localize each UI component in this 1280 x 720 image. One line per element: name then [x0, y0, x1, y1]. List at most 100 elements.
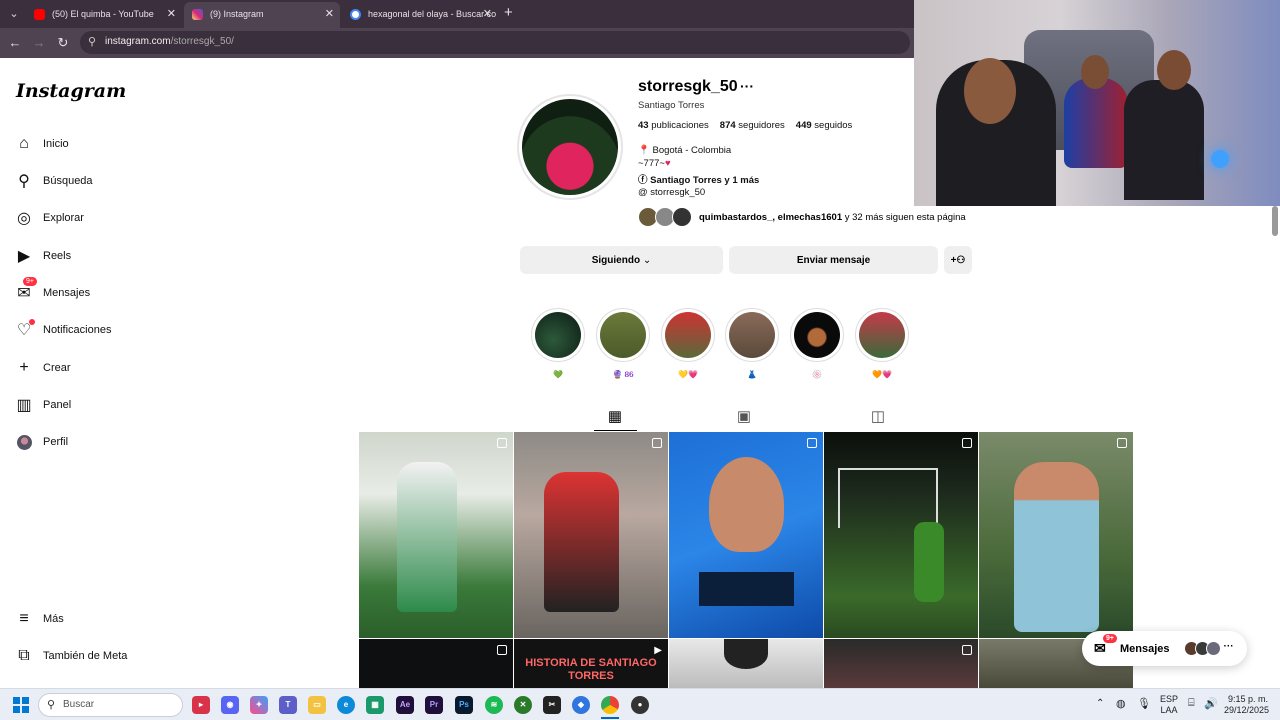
send-message-button[interactable]: Enviar mensaje — [729, 246, 938, 274]
bio-line: ~777~♥ — [638, 158, 671, 169]
more-options-icon[interactable]: ··· — [740, 78, 754, 94]
sidebar-item-reels[interactable]: ▶ Reels — [14, 244, 71, 268]
spotify-icon[interactable]: ≋ — [485, 696, 503, 714]
add-person-icon[interactable]: +⚇ — [944, 246, 972, 274]
language-indicator[interactable]: ESP LAA — [1160, 694, 1178, 716]
profile-avatar — [14, 432, 34, 452]
app-icon-1[interactable]: ▸ — [192, 696, 210, 714]
obs-icon[interactable]: ● — [631, 696, 649, 714]
story-highlight[interactable] — [855, 308, 909, 362]
sidebar-item-mas[interactable]: ≡ Más — [14, 607, 63, 631]
post-tile[interactable] — [359, 432, 513, 638]
active-tab-indicator — [594, 430, 637, 431]
post-tile[interactable] — [824, 432, 978, 638]
person-middle — [1064, 78, 1128, 168]
post-tile[interactable] — [514, 432, 668, 638]
reels-tab-icon[interactable]: ▣ — [734, 407, 754, 427]
close-tab-icon[interactable]: ✕ — [167, 2, 176, 26]
followed-by-text: quimbastardos_, elmechas1601 y 32 más si… — [699, 211, 966, 223]
browser-tab-instagram[interactable]: (9) Instagram ✕ — [184, 2, 340, 28]
sidebar-item-tambien-de-meta[interactable]: ⧉ También de Meta — [14, 644, 127, 668]
following-button[interactable]: Siguiendo ⌄ — [520, 246, 723, 274]
chrome-icon[interactable] — [601, 696, 619, 714]
profile-avatar-large[interactable] — [517, 94, 623, 200]
reload-icon[interactable]: ↻ — [53, 33, 73, 53]
site-info-icon[interactable]: ⚲ — [88, 35, 96, 48]
messages-floating-button[interactable]: ✉ 9+ Mensajes ··· — [1082, 631, 1247, 666]
sidebar-item-label: También de Meta — [43, 650, 128, 662]
xbox-icon[interactable]: ✕ — [514, 696, 532, 714]
browser-tab-google[interactable]: hexagonal del olaya - Buscar co ✕ — [342, 2, 498, 28]
search-icon: ⚲ — [47, 699, 56, 711]
address-bar[interactable]: ⚲ instagram.com/storresgk_50/ — [80, 31, 910, 54]
photoshop-icon[interactable]: Ps — [455, 696, 473, 714]
discord-icon[interactable]: ◉ — [221, 696, 239, 714]
new-tab-icon[interactable]: + — [504, 4, 513, 21]
highlight-label: 🔮 𝟖𝟔 — [612, 370, 634, 379]
back-arrow-icon[interactable]: ← — [5, 33, 25, 53]
sidebar-item-label: Crear — [43, 362, 71, 374]
player-figure — [544, 472, 619, 612]
story-highlight[interactable] — [531, 308, 585, 362]
follower-avatar — [672, 207, 692, 227]
carousel-icon — [962, 438, 972, 448]
notification-dot — [29, 319, 35, 325]
post-tile[interactable]: HISTORIA DE SANTIAGO TORRES ▶ — [514, 639, 668, 688]
player-figure — [914, 522, 944, 602]
home-icon: ⌂ — [19, 135, 29, 152]
file-explorer-icon[interactable]: ▭ — [308, 696, 326, 714]
posts-grid-icon[interactable]: ▦ — [605, 407, 625, 427]
sidebar-item-perfil[interactable]: Perfil — [14, 430, 68, 454]
story-highlight[interactable] — [790, 308, 844, 362]
post-tile[interactable] — [669, 639, 823, 688]
bio-threads-link[interactable]: @ storresgk_50 — [638, 187, 705, 198]
sidebar-item-explorar[interactable]: ◎ Explorar — [14, 206, 84, 230]
sidebar-item-notificaciones[interactable]: ♡ Notificaciones — [14, 318, 111, 342]
sidebar-item-crear[interactable]: + Crear — [14, 356, 71, 380]
tab-title: (50) El quimba - YouTube — [52, 9, 154, 19]
forward-arrow-icon[interactable]: → — [29, 33, 49, 53]
story-highlight[interactable] — [661, 308, 715, 362]
tray-app-icon[interactable]: ◍ — [1116, 697, 1126, 710]
network-icon[interactable]: ⌸ — [1188, 697, 1195, 710]
story-highlight[interactable] — [596, 308, 650, 362]
windows-start-icon[interactable] — [13, 697, 29, 713]
tab-title: (9) Instagram — [210, 9, 264, 19]
teams-icon[interactable]: T — [279, 696, 297, 714]
page-scrollbar[interactable] — [1272, 206, 1278, 236]
tagged-tab-icon[interactable]: ◫ — [868, 407, 888, 427]
taskbar-search[interactable]: ⚲ Buscar — [38, 693, 183, 717]
followed-by-row[interactable]: quimbastardos_, elmechas1601 y 32 más si… — [638, 206, 966, 228]
following-count[interactable]: 449 seguidos — [796, 120, 853, 131]
post-tile[interactable] — [669, 432, 823, 638]
tray-overflow-icon[interactable]: ⌃ — [1096, 698, 1104, 709]
close-tab-icon[interactable]: ✕ — [483, 2, 492, 26]
post-tile[interactable] — [979, 432, 1133, 638]
followers-count[interactable]: 874 seguidores — [720, 120, 785, 131]
app-icon-blue[interactable]: ◆ — [572, 696, 590, 714]
post-tile[interactable] — [824, 639, 978, 688]
after-effects-icon[interactable]: Ae — [396, 696, 414, 714]
clock[interactable]: 9:15 p. m. 29/12/2025 — [1224, 694, 1269, 716]
copilot-icon[interactable]: ✦ — [250, 696, 268, 714]
instagram-logo[interactable]: Instagram — [16, 80, 126, 102]
carousel-icon — [497, 438, 507, 448]
bio-facebook-link[interactable]: ⓕ Santiago Torres y 1 más — [638, 172, 759, 186]
close-tab-icon[interactable]: ✕ — [325, 2, 334, 26]
sidebar-item-inicio[interactable]: ⌂ Inicio — [14, 132, 69, 156]
volume-icon[interactable]: 🔊 — [1204, 697, 1218, 710]
post-tile[interactable] — [359, 639, 513, 688]
sidebar-item-panel[interactable]: ▥ Panel — [14, 393, 71, 417]
store-icon[interactable]: ▦ — [366, 696, 384, 714]
tab-search-menu-icon[interactable]: ⌄ — [4, 5, 24, 23]
edge-icon[interactable]: e — [337, 696, 355, 714]
story-highlight[interactable] — [725, 308, 779, 362]
microphone-icon[interactable]: 🎙 — [1137, 697, 1151, 710]
capcut-icon[interactable]: ✂ — [543, 696, 561, 714]
reel-play-icon: ▶ — [654, 645, 662, 656]
sidebar-item-mensajes[interactable]: ✉ 9+ Mensajes — [14, 277, 90, 305]
premiere-icon[interactable]: Pr — [425, 696, 443, 714]
sidebar-item-busqueda[interactable]: ⚲ Búsqueda — [14, 169, 92, 193]
highlight-label: 🧡💗 — [872, 370, 892, 379]
browser-tab-youtube[interactable]: (50) El quimba - YouTube ✕ — [26, 2, 182, 28]
